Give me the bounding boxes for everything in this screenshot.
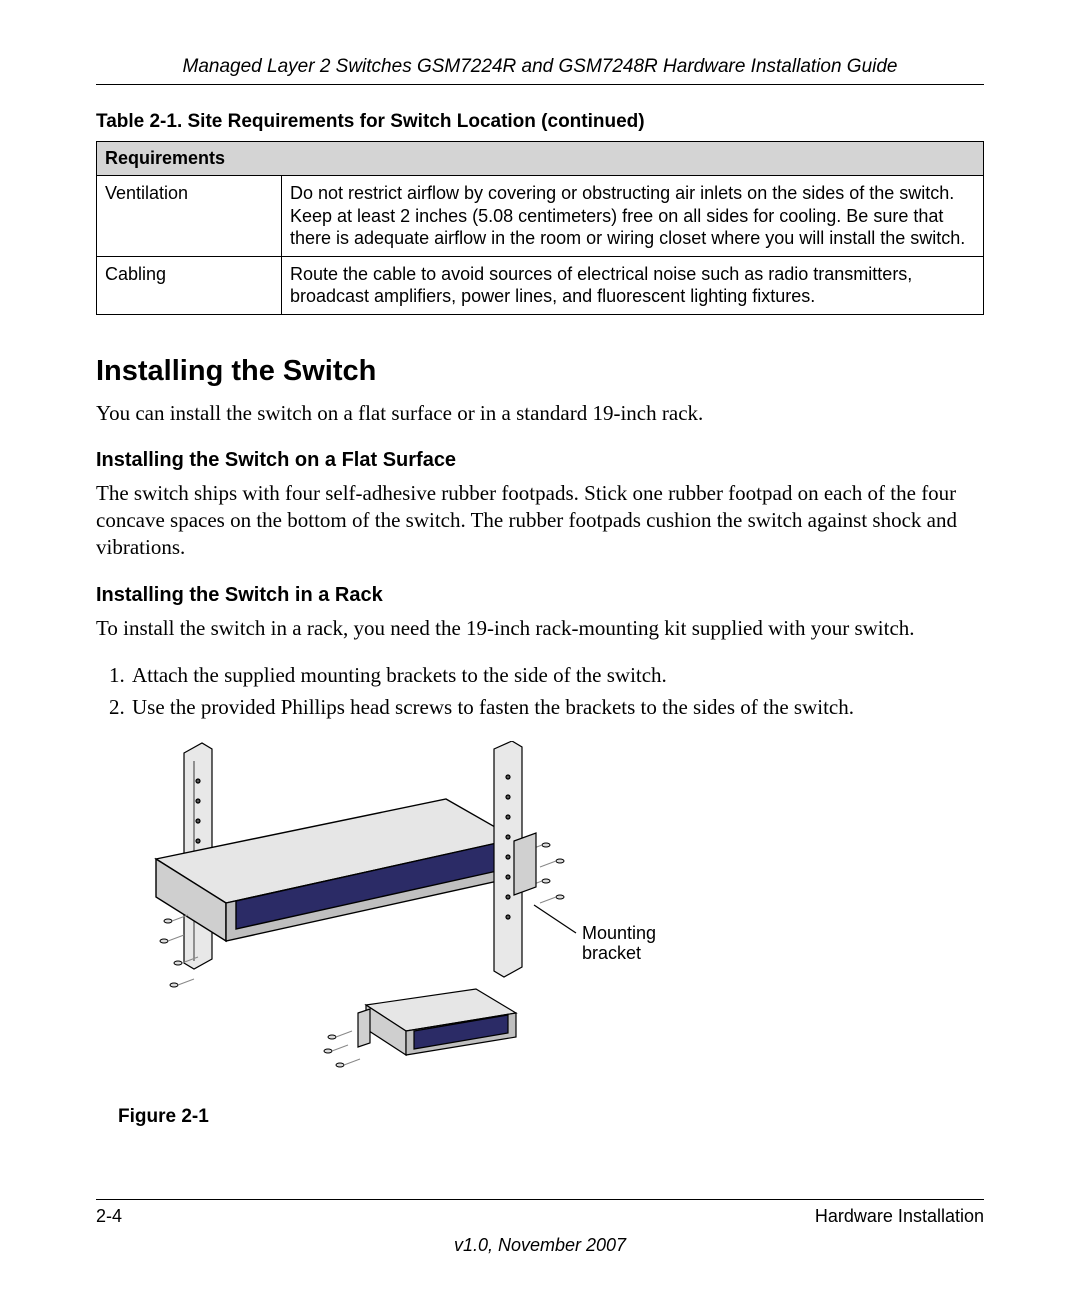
req-label: Cabling bbox=[97, 256, 282, 314]
table-row: Cabling Route the cable to avoid sources… bbox=[97, 256, 984, 314]
footer-section-name: Hardware Installation bbox=[815, 1206, 984, 1227]
subsection-heading-rack: Installing the Switch in a Rack bbox=[96, 584, 984, 607]
flat-body: The switch ships with four self-adhesive… bbox=[96, 480, 984, 562]
header-rule bbox=[96, 84, 984, 85]
subsection-heading-flat: Installing the Switch on a Flat Surface bbox=[96, 449, 984, 472]
rack-steps: Attach the supplied mounting brackets to… bbox=[96, 660, 984, 723]
req-desc: Route the cable to avoid sources of elec… bbox=[282, 256, 984, 314]
doc-header-title: Managed Layer 2 Switches GSM7224R and GS… bbox=[96, 56, 984, 78]
section-intro: You can install the switch on a flat sur… bbox=[96, 400, 984, 427]
table-caption: Table 2-1. Site Requirements for Switch … bbox=[96, 111, 984, 133]
rack-body: To install the switch in a rack, you nee… bbox=[96, 615, 984, 642]
footer-version: v1.0, November 2007 bbox=[96, 1235, 984, 1256]
section-heading-installing: Installing the Switch bbox=[96, 355, 984, 388]
list-item: Use the provided Phillips head screws to… bbox=[130, 692, 984, 722]
callout-bracket: bracket bbox=[582, 943, 641, 963]
figure-2-1: Mounting bracket bbox=[116, 741, 984, 1096]
callout-mounting: Mounting bbox=[582, 923, 656, 943]
footer-page-number: 2-4 bbox=[96, 1206, 122, 1227]
figure-caption: Figure 2-1 bbox=[118, 1106, 984, 1128]
switch-rack-illustration: Mounting bracket bbox=[116, 741, 676, 1091]
footer-rule bbox=[96, 1199, 984, 1200]
req-desc: Do not restrict airflow by covering or o… bbox=[282, 176, 984, 257]
table-row: Ventilation Do not restrict airflow by c… bbox=[97, 176, 984, 257]
table-header-requirements: Requirements bbox=[97, 142, 984, 176]
req-label: Ventilation bbox=[97, 176, 282, 257]
list-item: Attach the supplied mounting brackets to… bbox=[130, 660, 984, 690]
requirements-table: Requirements Ventilation Do not restrict… bbox=[96, 141, 984, 315]
